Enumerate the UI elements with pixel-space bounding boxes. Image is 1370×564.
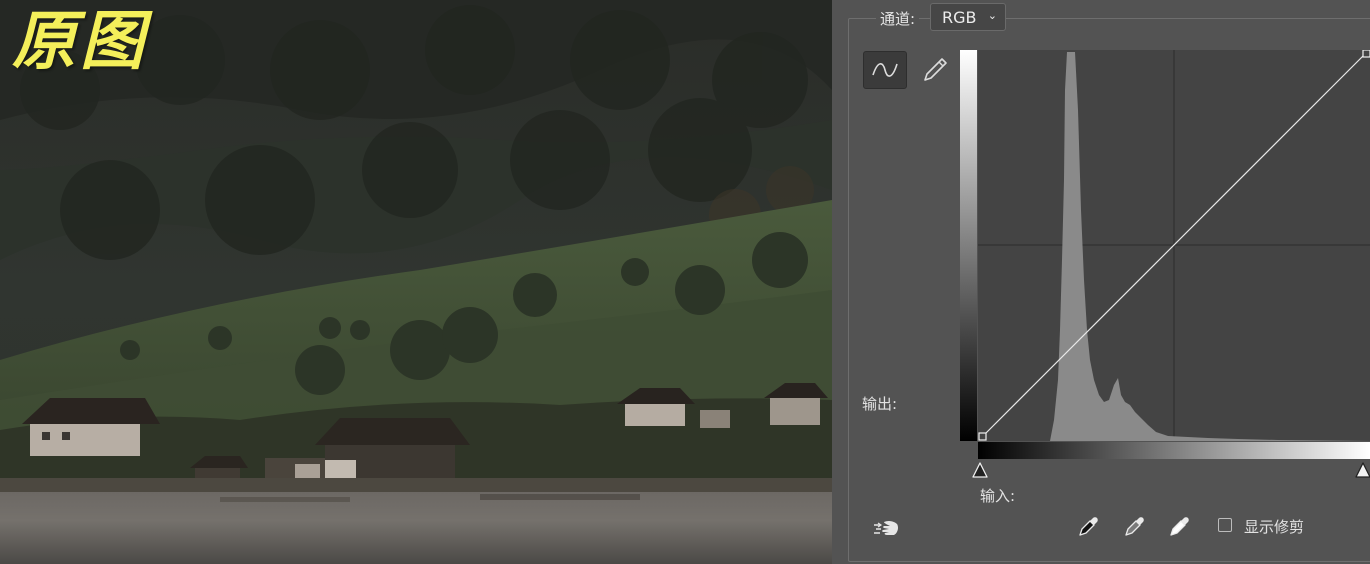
on-image-adjust-button[interactable] xyxy=(872,516,902,540)
show-clipping-checkbox[interactable] xyxy=(1218,518,1232,532)
gray-point-eyedropper-button[interactable] xyxy=(1122,513,1148,539)
pencil-tool-button[interactable] xyxy=(914,51,958,89)
output-label: 输出: xyxy=(862,395,898,413)
curve-point-black[interactable] xyxy=(978,432,987,441)
pencil-icon xyxy=(924,58,947,81)
white-point-slider[interactable] xyxy=(1354,461,1370,481)
curve-edit-tool-button[interactable] xyxy=(863,51,907,89)
input-label: 输入: xyxy=(980,487,1016,505)
curve-graph[interactable] xyxy=(978,50,1370,441)
black-point-slider[interactable] xyxy=(971,461,989,481)
eyedropper-white-icon xyxy=(1170,517,1189,536)
chevron-down-icon: ⌄ xyxy=(987,9,997,22)
output-gradient-bar xyxy=(960,50,977,441)
curve-point-white[interactable] xyxy=(1362,50,1370,58)
histogram xyxy=(1050,52,1370,441)
hand-adjust-icon xyxy=(874,520,898,535)
white-point-eyedropper-button[interactable] xyxy=(1167,513,1193,539)
channel-select[interactable]: RGB ⌄ xyxy=(930,3,1006,31)
input-gradient-bar xyxy=(978,442,1370,459)
show-clipping-label: 显示修剪 xyxy=(1244,518,1305,536)
landscape-image xyxy=(0,0,832,564)
eyedropper-black-icon xyxy=(1079,517,1098,536)
eyedropper-gray-icon xyxy=(1125,517,1144,536)
curve-icon xyxy=(872,63,898,77)
black-point-eyedropper-button[interactable] xyxy=(1076,513,1102,539)
channel-select-value: RGB xyxy=(942,8,977,27)
channel-label: 通道: xyxy=(876,8,920,29)
original-image-label: 原图 xyxy=(12,4,148,79)
curves-panel: 通道: RGB ⌄ 输出: 输入: 显示修剪 xyxy=(832,0,1370,564)
photo-preview: 原图 xyxy=(0,0,832,564)
